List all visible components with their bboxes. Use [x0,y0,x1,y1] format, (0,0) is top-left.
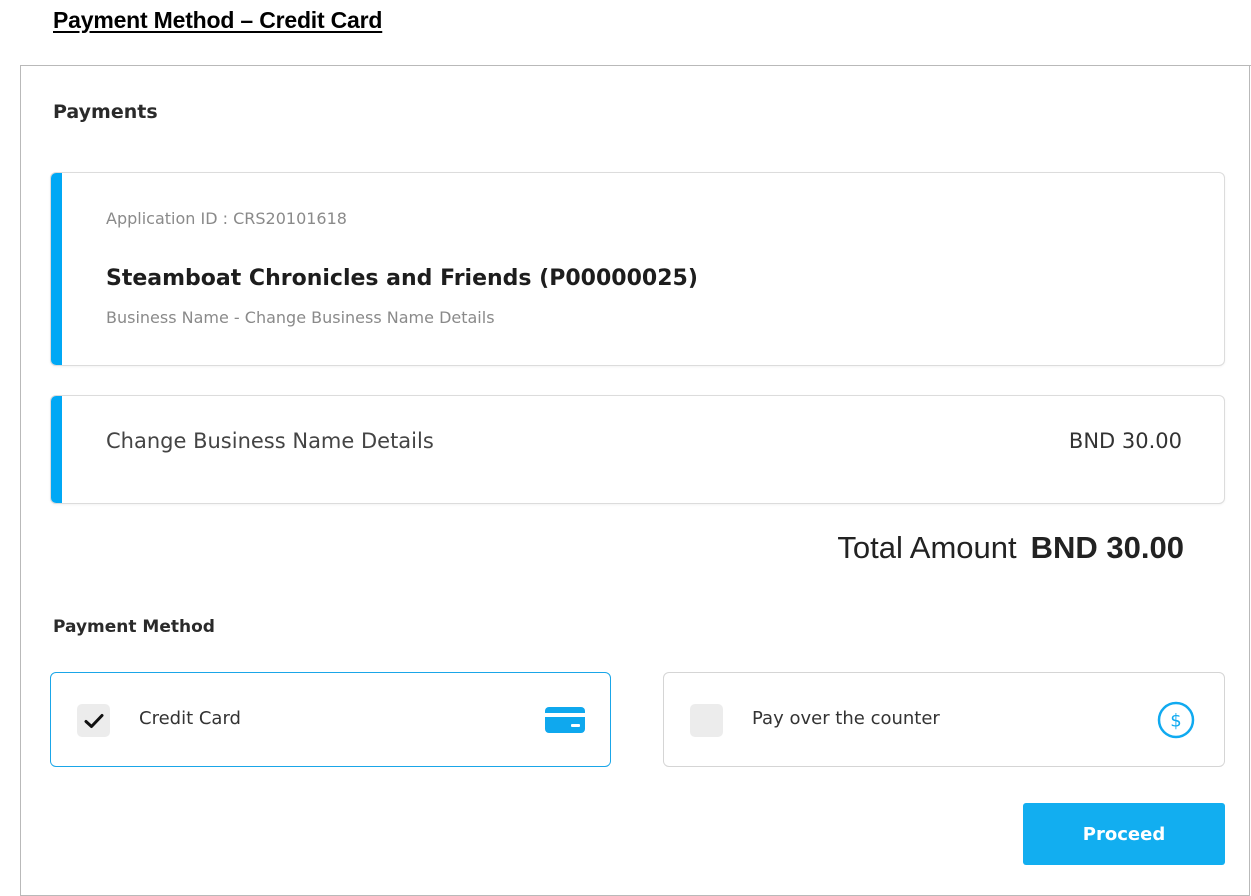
proceed-button[interactable]: Proceed [1023,803,1225,865]
payments-heading: Payments [53,101,158,123]
line-item-card: Change Business Name Details BND 30.00 [50,395,1225,504]
total-amount-value: BND 30.00 [1030,530,1184,565]
payment-method-heading: Payment Method [53,617,215,637]
payment-option-credit-card[interactable]: Credit Card [50,672,611,767]
total-amount-label: Total Amount [837,530,1017,565]
dollar-circle-icon: $ [1154,700,1198,740]
over-the-counter-checkbox[interactable] [690,704,723,737]
over-the-counter-label: Pay over the counter [752,708,940,729]
application-id: Application ID : CRS20101618 [106,209,347,228]
document-title: Payment Method – Credit Card [53,7,383,33]
svg-text:$: $ [1170,711,1181,732]
application-description: Business Name - Change Business Name Det… [106,308,495,327]
credit-card-icon [543,700,587,740]
credit-card-label: Credit Card [139,708,241,729]
application-card: Application ID : CRS20101618 Steamboat C… [50,172,1225,366]
application-name: Steamboat Chronicles and Friends (P00000… [106,266,698,291]
card-accent-bar [51,173,62,365]
line-item-amount: BND 30.00 [1068,429,1182,453]
payment-option-over-the-counter[interactable]: Pay over the counter $ [663,672,1225,767]
credit-card-checkbox[interactable] [77,704,110,737]
card-accent-bar [51,396,62,503]
checkmark-icon [84,713,103,728]
total-amount-row: Total Amount BND 30.00 [837,530,1184,566]
line-item-label: Change Business Name Details [106,429,434,453]
